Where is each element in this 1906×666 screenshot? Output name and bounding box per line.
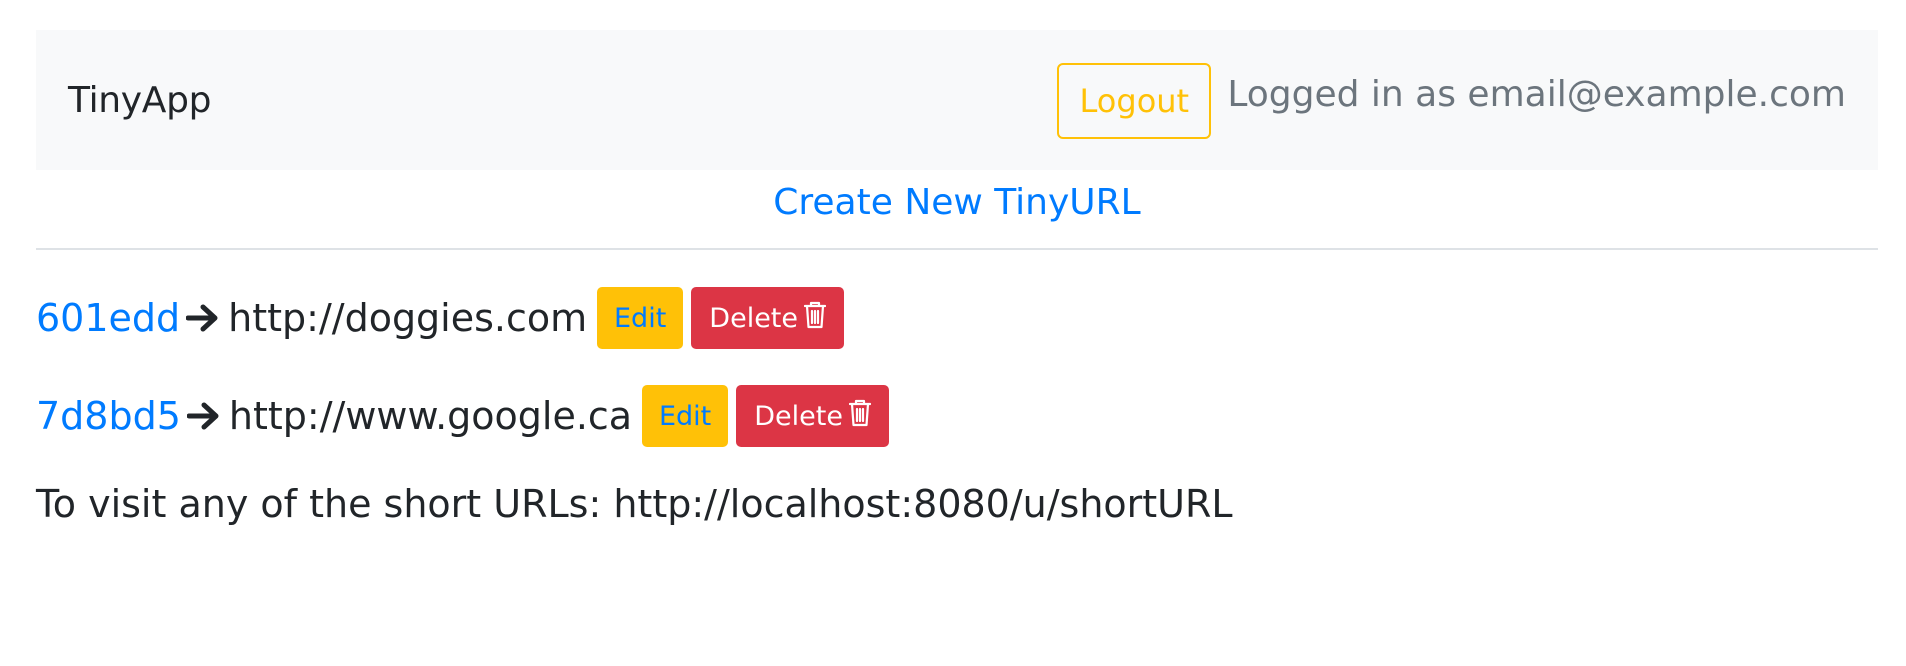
delete-button[interactable]: Delete xyxy=(736,385,890,447)
delete-button[interactable]: Delete xyxy=(691,287,845,349)
navbar-brand[interactable]: TinyApp xyxy=(68,80,212,121)
create-new-tinyurl-link[interactable]: Create New TinyURL xyxy=(36,178,1878,228)
long-url-text: http://www.google.ca xyxy=(228,394,633,438)
logout-button[interactable]: Logout xyxy=(1057,63,1212,139)
trash-icon xyxy=(803,301,827,336)
navbar-right: Logout Logged in as email@example.com xyxy=(1057,61,1846,139)
delete-button-label: Delete xyxy=(709,302,799,334)
logged-in-status: Logged in as email@example.com xyxy=(1227,73,1846,115)
url-row: 7d8bd5 http://www.google.ca Edit Delete xyxy=(36,384,1878,448)
trash-icon xyxy=(848,399,872,434)
delete-button-label: Delete xyxy=(754,400,843,432)
navbar: TinyApp Logout Logged in as email@exampl… xyxy=(36,30,1878,170)
divider xyxy=(36,248,1878,250)
url-list: 601edd http://doggies.com Edit Delete 7d… xyxy=(36,286,1878,448)
edit-button[interactable]: Edit xyxy=(597,287,684,349)
long-url-text: http://doggies.com xyxy=(228,296,588,340)
footer-note: To visit any of the short URLs: http://l… xyxy=(36,482,1233,526)
arrow-right-icon xyxy=(186,303,220,333)
edit-button[interactable]: Edit xyxy=(642,385,729,447)
short-url-link[interactable]: 7d8bd5 xyxy=(36,394,181,438)
short-url-link[interactable]: 601edd xyxy=(36,296,180,340)
arrow-right-icon xyxy=(186,401,221,431)
url-row: 601edd http://doggies.com Edit Delete xyxy=(36,286,1878,350)
page-container: TinyApp Logout Logged in as email@exampl… xyxy=(36,30,1878,564)
